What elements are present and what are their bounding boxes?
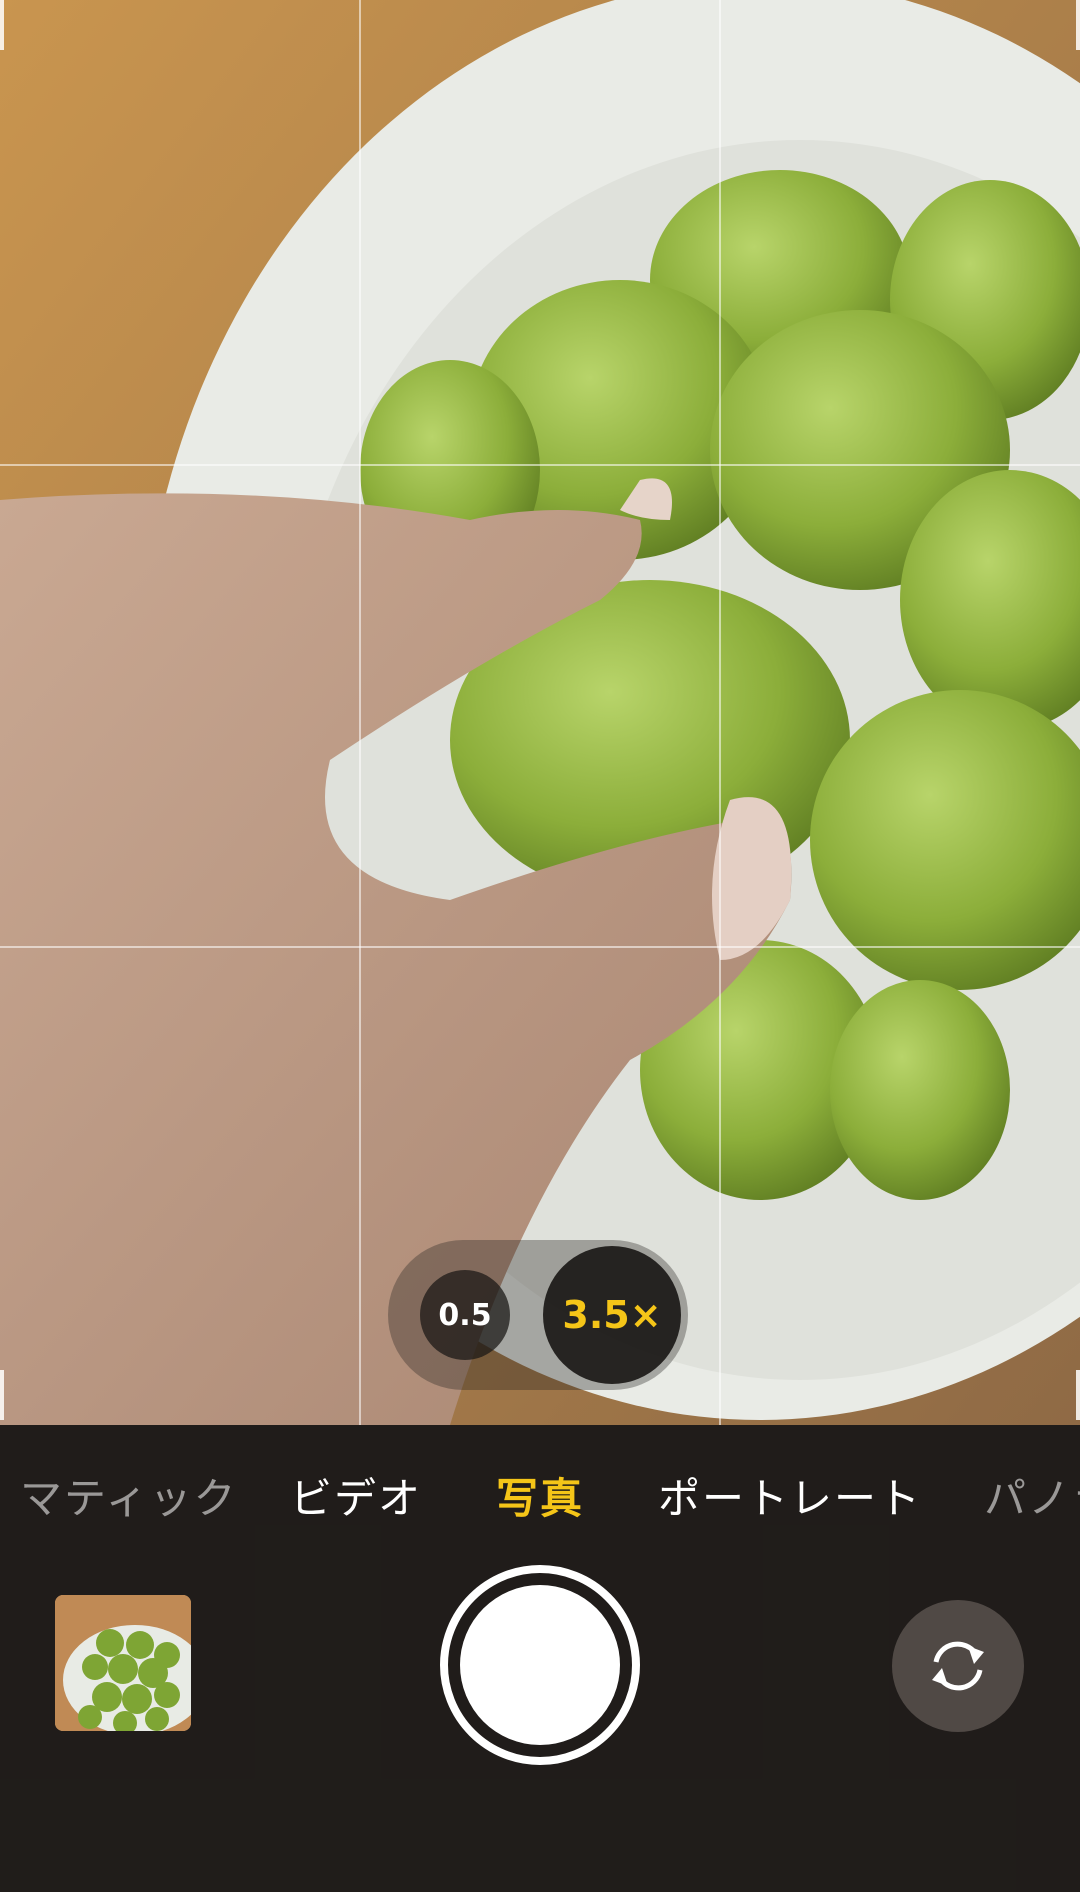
crop-corner bbox=[0, 0, 4, 50]
viewfinder-scene bbox=[0, 0, 1080, 1425]
thumbnail-image bbox=[55, 1595, 191, 1731]
zoom-selector: 0.5 3.5× bbox=[388, 1240, 688, 1390]
camera-viewfinder[interactable]: 0.5 3.5× bbox=[0, 0, 1080, 1425]
crop-corner bbox=[1076, 1370, 1080, 1420]
camera-flip-button[interactable] bbox=[892, 1600, 1024, 1732]
mode-selector: マティック ビデオ 写真 ポートレート パノラ bbox=[0, 1425, 1080, 1555]
last-photo-thumbnail[interactable] bbox=[55, 1595, 191, 1731]
grid-line bbox=[719, 0, 721, 1425]
zoom-0.5-button[interactable]: 0.5 bbox=[420, 1270, 510, 1360]
mode-cinematic[interactable]: マティック bbox=[20, 1465, 237, 1526]
shutter-inner bbox=[460, 1585, 620, 1745]
mode-portrait[interactable]: ポートレート bbox=[658, 1465, 922, 1526]
camera-controls: マティック ビデオ 写真 ポートレート パノラ bbox=[0, 1425, 1080, 1892]
mode-photo[interactable]: 写真 bbox=[496, 1465, 584, 1526]
grid-line bbox=[0, 464, 1080, 466]
grid-line bbox=[0, 946, 1080, 948]
crop-corner bbox=[0, 1370, 4, 1420]
zoom-3.5-button[interactable]: 3.5× bbox=[543, 1246, 681, 1384]
camera-flip-icon bbox=[932, 1641, 984, 1691]
shutter-button[interactable] bbox=[440, 1565, 640, 1765]
mode-panorama[interactable]: パノラ bbox=[984, 1465, 1080, 1526]
mode-video[interactable]: ビデオ bbox=[290, 1465, 422, 1526]
grid-line bbox=[359, 0, 361, 1425]
crop-corner bbox=[1076, 0, 1080, 50]
